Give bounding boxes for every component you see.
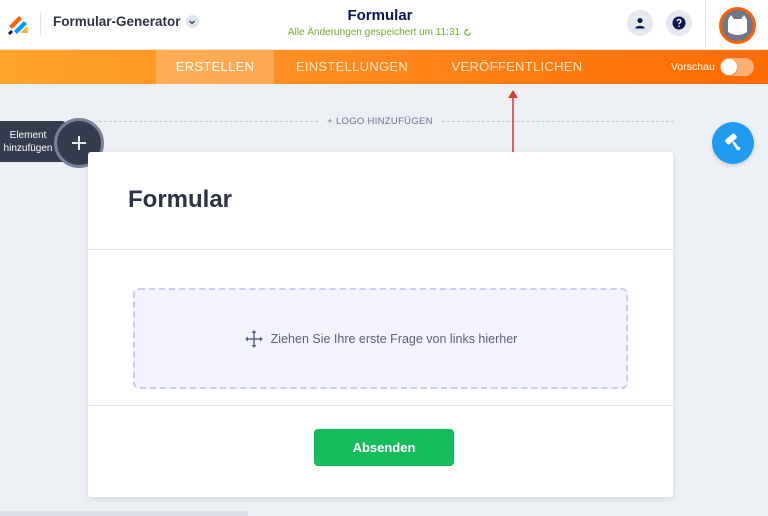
- add-logo-button[interactable]: + LOGO HINZUFÜGEN: [318, 116, 442, 127]
- annotation-arrow: [508, 90, 518, 152]
- form-designer-button[interactable]: [712, 122, 754, 164]
- form-heading[interactable]: Formular: [128, 186, 232, 214]
- submit-button[interactable]: Absenden: [314, 429, 454, 466]
- user-button[interactable]: [627, 10, 653, 36]
- avatar-icon: [727, 14, 747, 35]
- top-header: Formular-Generator Formular Alle Änderun…: [0, 0, 768, 50]
- move-arrows-icon: [244, 329, 263, 348]
- preview-toggle[interactable]: [719, 58, 754, 76]
- refresh-icon[interactable]: [463, 28, 472, 37]
- bottom-scrollbar[interactable]: [0, 511, 248, 516]
- preview-label: Vorschau: [671, 61, 715, 73]
- plus-icon: [72, 136, 86, 150]
- jotform-logo-icon[interactable]: [6, 11, 32, 37]
- form-title[interactable]: Formular: [280, 6, 480, 25]
- save-status: Alle Änderungen gespeichert um 11:31: [280, 27, 480, 38]
- chevron-down-icon: [185, 15, 199, 28]
- paint-roller-icon: [725, 133, 741, 151]
- user-icon: [635, 18, 645, 29]
- form-card: Formular Ziehen Sie Ihre erste Frage von…: [88, 152, 673, 497]
- app-title: Formular-Generator: [53, 14, 181, 29]
- heading-divider: [88, 249, 673, 250]
- tab-publish[interactable]: VERÖFFENTLICHEN: [432, 50, 602, 84]
- logo-guide-line-right: [442, 121, 674, 122]
- logo-guide-line-left: [94, 121, 318, 122]
- app-switcher[interactable]: Formular-Generator: [53, 14, 199, 29]
- account-menu[interactable]: [705, 0, 768, 50]
- submit-divider: [88, 405, 673, 406]
- header-divider: [40, 12, 41, 36]
- question-dropzone[interactable]: Ziehen Sie Ihre erste Frage von links hi…: [133, 288, 628, 389]
- form-title-block: Formular Alle Änderungen gespeichert um …: [280, 6, 480, 38]
- save-status-text: Alle Änderungen gespeichert um 11:31: [287, 27, 461, 38]
- help-icon: [672, 16, 686, 30]
- builder-tab-bar: ERSTELLEN EINSTELLUNGEN VERÖFFENTLICHEN …: [0, 50, 768, 84]
- help-button[interactable]: [666, 10, 692, 36]
- preview-control: Vorschau: [671, 50, 754, 84]
- tab-create[interactable]: ERSTELLEN: [156, 50, 274, 84]
- dropzone-text: Ziehen Sie Ihre erste Frage von links hi…: [270, 331, 518, 346]
- avatar: [718, 6, 756, 44]
- tab-settings[interactable]: EINSTELLUNGEN: [278, 50, 426, 84]
